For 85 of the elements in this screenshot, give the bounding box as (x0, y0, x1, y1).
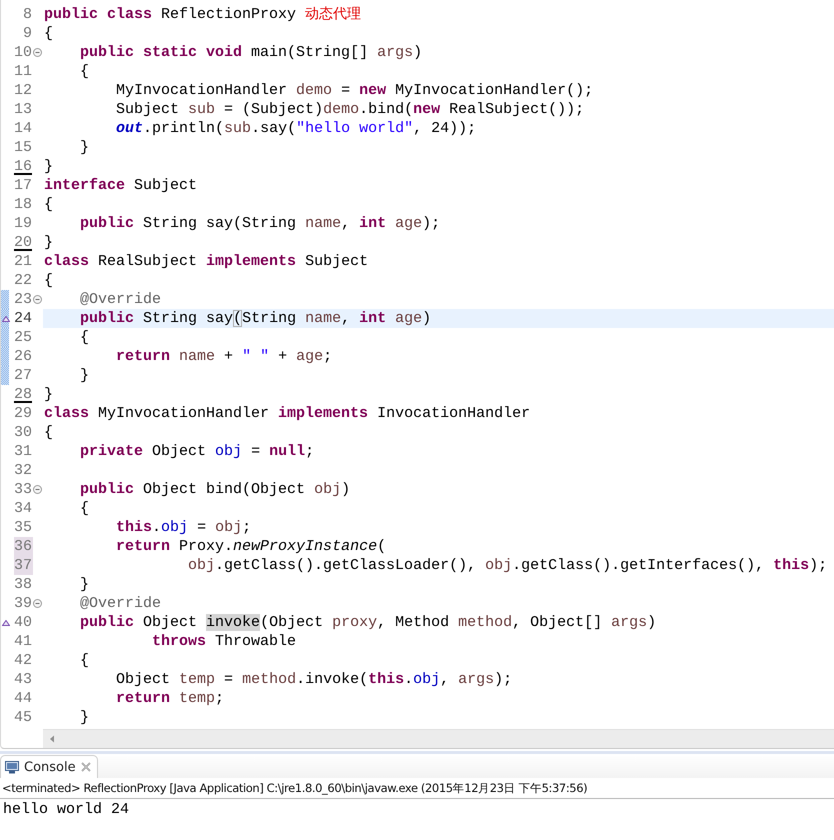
line-number: 21 (14, 252, 33, 271)
code-line: Object temp = method.invoke(this.obj, args); (115, 670, 514, 689)
line-number: 13 (14, 100, 33, 119)
code-line: class MyInvocationHandler implements InvocationHandler (43, 404, 532, 423)
line-number: 19 (14, 214, 33, 233)
line-number: 29 (14, 404, 33, 423)
collapse-icon[interactable] (33, 295, 42, 304)
code-line: return name + " " + age; (115, 347, 334, 366)
line-number: 45 (14, 708, 33, 727)
code-line: return Proxy.newProxyInstance( (115, 537, 388, 556)
code-line: { (79, 499, 90, 518)
code-line: { (43, 24, 54, 43)
line-number: 34 (14, 499, 33, 518)
console-status: <terminated> ReflectionProxy [Java Application] C:\jre1.8.0_60\bin\javaw.exe (2015年12月23日 下午5:37:56) (0, 778, 834, 799)
line-number: 17 (14, 176, 33, 195)
line-number: 43 (14, 670, 33, 689)
code-line: } (43, 157, 54, 176)
code-line: } (79, 575, 90, 594)
code-line: { (43, 195, 54, 214)
code-line: public Object invoke(Object proxy, Method method, Object[] args) (79, 613, 658, 632)
code-line: { (43, 271, 54, 290)
line-number: 25 (14, 328, 33, 347)
line-number: 16 (14, 157, 33, 176)
code-line: { (43, 423, 54, 442)
code-line: return temp; (115, 689, 226, 708)
code-line: interface Subject (43, 176, 198, 195)
code-line: @Override (79, 290, 162, 309)
line-number: 42 (14, 651, 33, 670)
scroll-left-icon[interactable] (49, 735, 55, 743)
line-number: 9 (22, 24, 33, 43)
code-line: { (79, 328, 90, 347)
line-number: 15 (14, 138, 33, 157)
code-line: } (79, 708, 90, 727)
line-number: 31 (14, 442, 33, 461)
code-line: @Override (79, 594, 162, 613)
line-number: 37 (14, 556, 33, 575)
line-number: 44 (14, 689, 33, 708)
line-number: 33 (14, 480, 33, 499)
line-number: 10 (14, 43, 33, 62)
code-line: obj.getClass().getClassLoader(), obj.getClass().getInterfaces(), this); (187, 556, 828, 575)
code-line: public String say(String name, int age); (79, 214, 442, 233)
code-line: } (79, 366, 90, 385)
line-number: 38 (14, 575, 33, 594)
line-number: 26 (14, 347, 33, 366)
collapse-icon[interactable] (33, 485, 42, 494)
code-line: class RealSubject implements Subject (43, 252, 370, 271)
line-number: 22 (14, 271, 33, 290)
code-line: } (43, 233, 54, 252)
code-line: Subject sub = (Subject)demo.bind(new RealSubject()); (115, 100, 586, 119)
line-number: 35 (14, 518, 33, 537)
line-number: 11 (14, 62, 33, 81)
line-number: 28 (14, 385, 33, 404)
line-number: 14 (14, 119, 33, 138)
console-output: hello world 24 (3, 800, 130, 819)
line-number: 8 (22, 5, 33, 24)
line-number: 20 (14, 233, 33, 252)
line-number: 40 (14, 613, 33, 632)
line-number: 41 (14, 632, 33, 651)
code-line: out.println(sub.say("hello world", 24)); (115, 119, 478, 138)
line-number: 36 (14, 537, 33, 556)
code-line: private Object obj = null; (79, 442, 316, 461)
code-line: public static void main(String[] args) (79, 43, 424, 62)
collapse-icon[interactable] (33, 599, 42, 608)
line-number: 23 (14, 290, 33, 309)
code-line: { (79, 62, 90, 81)
line-number: 27 (14, 366, 33, 385)
close-icon[interactable] (80, 762, 91, 772)
code-line: } (79, 138, 90, 157)
line-number: 32 (14, 461, 33, 480)
code-line: } (43, 385, 54, 404)
console-tab[interactable]: Console (0, 755, 98, 778)
line-number: 30 (14, 423, 33, 442)
code-line: { (79, 651, 90, 670)
code-line: public class ReflectionProxy 动态代理 (43, 5, 362, 24)
code-line: public Object bind(Object obj) (79, 480, 352, 499)
line-number: 24 (14, 309, 33, 328)
line-number: 39 (14, 594, 33, 613)
horizontal-scrollbar[interactable] (43, 729, 834, 748)
line-number: 18 (14, 195, 33, 214)
code-line: this.obj = obj; (115, 518, 252, 537)
line-number: 12 (14, 81, 33, 100)
code-line: throws Throwable (151, 632, 298, 651)
collapse-icon[interactable] (33, 48, 42, 57)
code-line: MyInvocationHandler demo = new MyInvocationHandler(); (115, 81, 594, 100)
console-icon (5, 760, 19, 774)
